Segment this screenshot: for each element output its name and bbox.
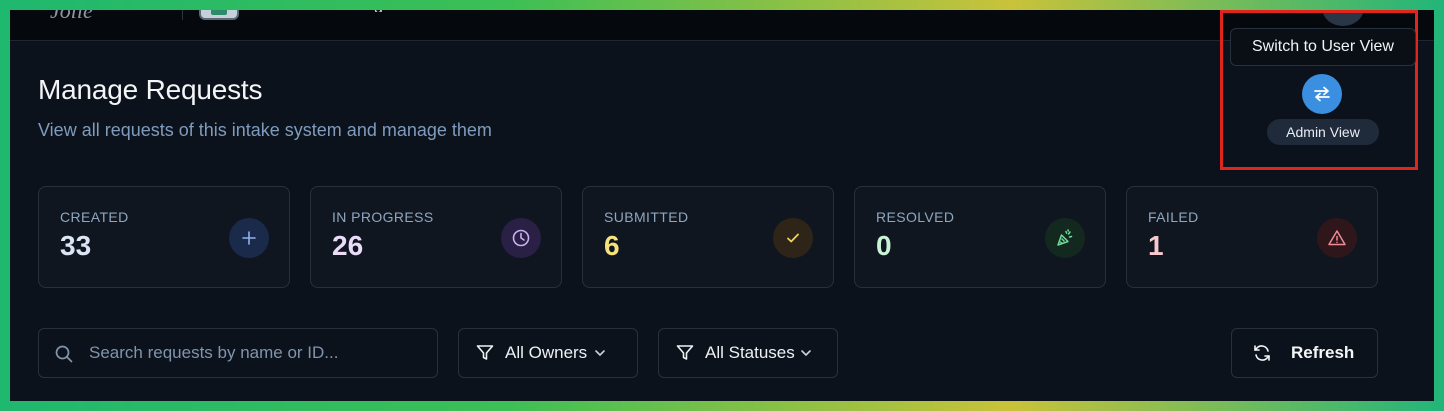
- clock-icon: [501, 218, 541, 258]
- chevron-down-icon: [593, 346, 607, 360]
- app-window: Jolie g Manage Requests View all request…: [10, 10, 1434, 401]
- stat-value: 33: [60, 230, 92, 261]
- stat-card-in-progress[interactable]: IN PROGRESS 26: [310, 186, 562, 288]
- warning-icon: [1317, 218, 1357, 258]
- stat-label: SUBMITTED: [604, 209, 689, 225]
- stat-label: IN PROGRESS: [332, 209, 434, 225]
- switch-view-tooltip: Switch to User View: [1230, 28, 1416, 66]
- owners-filter-label: All Owners: [505, 343, 588, 362]
- current-view-badge: Admin View: [1267, 119, 1379, 145]
- search-input[interactable]: [89, 329, 429, 377]
- stat-label: FAILED: [1148, 209, 1199, 225]
- stat-card-created[interactable]: CREATED 33: [38, 186, 290, 288]
- view-toggle-highlight: Switch to User View Admin View: [1220, 10, 1418, 170]
- status-filter-dropdown[interactable]: All Statuses: [658, 328, 838, 378]
- page-title: Manage Requests: [38, 74, 263, 105]
- refresh-label: Refresh: [1291, 343, 1355, 362]
- check-icon: [773, 218, 813, 258]
- filter-icon: [475, 343, 495, 363]
- stat-card-resolved[interactable]: RESOLVED 0: [854, 186, 1106, 288]
- filter-icon: [675, 343, 695, 363]
- app-name: g: [374, 10, 384, 12]
- refresh-button[interactable]: Refresh: [1231, 328, 1378, 378]
- swap-arrows-icon: [1314, 86, 1330, 102]
- stat-value: 0: [876, 230, 892, 261]
- stat-value: 26: [332, 230, 364, 261]
- stat-value: 6: [604, 230, 620, 261]
- search-icon: [55, 345, 73, 363]
- stat-value: 1: [1148, 230, 1164, 261]
- page-subtitle: View all requests of this intake system …: [38, 120, 492, 140]
- stat-card-submitted[interactable]: SUBMITTED 6: [582, 186, 834, 288]
- stat-label: RESOLVED: [876, 209, 955, 225]
- app-logo-icon[interactable]: [199, 10, 239, 20]
- navbar-divider: [182, 10, 183, 20]
- owners-filter-dropdown[interactable]: All Owners: [458, 328, 638, 378]
- chevron-down-icon: [799, 346, 813, 360]
- switch-view-button[interactable]: [1302, 74, 1342, 114]
- brand-logo[interactable]: Jolie: [50, 10, 93, 24]
- status-filter-label: All Statuses: [705, 343, 795, 362]
- plus-icon: [229, 218, 269, 258]
- party-popper-icon: [1045, 218, 1085, 258]
- search-box[interactable]: [38, 328, 438, 378]
- stat-card-failed[interactable]: FAILED 1: [1126, 186, 1378, 288]
- stat-label: CREATED: [60, 209, 129, 225]
- refresh-icon: [1252, 343, 1272, 363]
